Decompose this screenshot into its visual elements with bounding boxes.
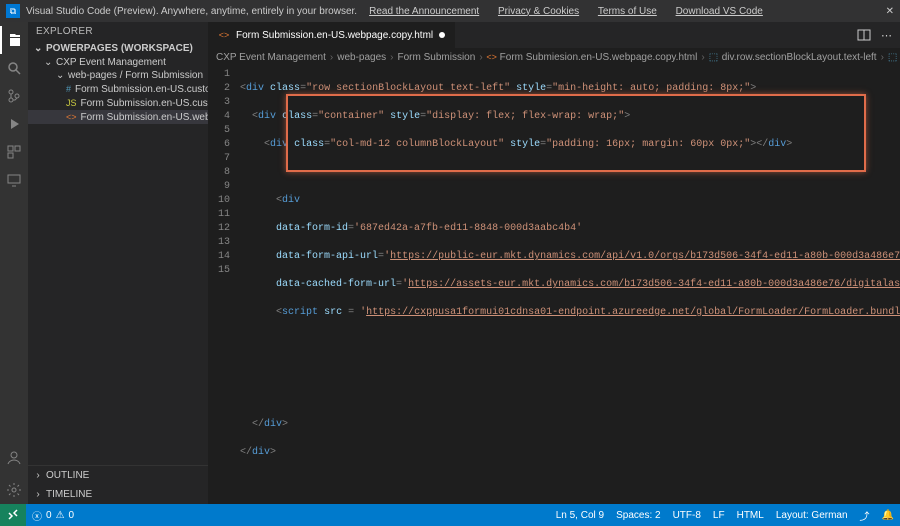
timeline-section[interactable]: › TIMELINE: [28, 485, 208, 504]
chevron-right-icon: ›: [34, 470, 42, 481]
status-problems[interactable]: ⓧ0 ⚠0: [32, 508, 74, 523]
error-icon: ⓧ: [32, 508, 42, 523]
tree-file-css[interactable]: # Form Submission.en-US.customcss.css: [28, 82, 208, 96]
close-icon[interactable]: ✕: [886, 6, 894, 17]
vscode-icon: ⧉: [6, 4, 20, 18]
chevron-down-icon: ⌄: [34, 43, 42, 54]
folder-label: CXP Event Management: [56, 57, 166, 68]
html-file-icon: <>: [218, 29, 230, 41]
file-label: Form Submission.en-US.customcss.css: [75, 84, 208, 95]
link-privacy[interactable]: Privacy & Cookies: [498, 6, 579, 17]
tree-file-js[interactable]: JS Form Submission.en-US.customjs.js: [28, 96, 208, 110]
folder-label: web-pages / Form Submission: [68, 70, 203, 81]
remote-indicator-icon[interactable]: [0, 504, 26, 526]
html-file-icon: <>: [66, 111, 77, 123]
tab-active[interactable]: <> Form Submission.en-US.webpage.copy.ht…: [208, 22, 456, 48]
tree-folder-webpages[interactable]: ⌄ web-pages / Form Submission: [28, 69, 208, 82]
notifications-icon[interactable]: 🔔: [882, 510, 894, 521]
chevron-down-icon: ⌄: [44, 57, 52, 68]
status-spaces[interactable]: Spaces: 2: [616, 510, 660, 521]
js-file-icon: JS: [66, 97, 77, 109]
line-gutter: 123456789101112131415: [208, 66, 236, 504]
tree-folder-root[interactable]: ⌄ CXP Event Management: [28, 56, 208, 69]
settings-gear-icon[interactable]: [0, 476, 28, 504]
link-announcement[interactable]: Read the Announcement: [369, 6, 479, 17]
html-file-icon: <>: [487, 52, 497, 62]
highlight-box: [286, 94, 866, 172]
tag-icon: ⬚: [709, 52, 719, 62]
feedback-icon[interactable]: ⤴: [860, 508, 870, 523]
split-editor-icon[interactable]: [857, 28, 871, 42]
title-text: Visual Studio Code (Preview). Anywhere, …: [26, 6, 357, 17]
tag-icon: ⬚: [888, 52, 898, 62]
more-actions-icon[interactable]: ⋯: [881, 29, 892, 42]
tree-file-html[interactable]: <> Form Submission.en-US.webpage.copy...: [28, 110, 208, 124]
file-tree: ⌄ CXP Event Management ⌄ web-pages / Form …: [28, 56, 208, 124]
css-file-icon: #: [66, 83, 71, 95]
code-editor[interactable]: 123456789101112131415 <div class="row se…: [208, 66, 900, 504]
crumb-tag2: ⬚div.container: [888, 52, 900, 63]
editor-tabs: <> Form Submission.en-US.webpage.copy.ht…: [208, 22, 900, 48]
crumb-folder: web-pages: [337, 52, 386, 63]
file-label: Form Submission.en-US.webpage.copy...: [81, 112, 208, 123]
remote-explorer-icon[interactable]: [0, 166, 28, 194]
warning-icon: ⚠: [56, 510, 65, 521]
status-bar: ⓧ0 ⚠0 Ln 5, Col 9 Spaces: 2 UTF-8 LF HTM…: [0, 504, 900, 526]
title-bar: ⧉ Visual Studio Code (Preview). Anywhere…: [0, 0, 900, 22]
crumb-folder2: Form Submission: [398, 52, 476, 63]
crumb-file: <>Form Submiesion.en-US.webpage.copy.htm…: [487, 52, 698, 63]
workspace-header[interactable]: ⌄ POWERPAGES (WORKSPACE): [28, 41, 208, 56]
code-area[interactable]: <div class="row sectionBlockLayout text-…: [236, 66, 900, 504]
source-control-icon[interactable]: [0, 82, 28, 110]
crumb-project: CXP Event Management: [216, 52, 326, 63]
link-download[interactable]: Download VS Code: [676, 6, 763, 17]
outline-section[interactable]: › OUTLINE: [28, 466, 208, 485]
outline-label: OUTLINE: [46, 470, 89, 481]
link-terms[interactable]: Terms of Use: [598, 6, 657, 17]
extensions-icon[interactable]: [0, 138, 28, 166]
account-icon[interactable]: [0, 444, 28, 472]
chevron-down-icon: ⌄: [56, 70, 64, 81]
status-eol[interactable]: LF: [713, 510, 725, 521]
title-links: Read the Announcement Privacy & Cookies …: [369, 6, 763, 17]
explorer-icon[interactable]: [0, 26, 28, 54]
breadcrumb[interactable]: CXP Event Management› web-pages› Form Su…: [208, 48, 900, 66]
sidebar: EXPLORER ⌄ POWERPAGES (WORKSPACE) ⌄ CXP Ev…: [28, 22, 208, 504]
workspace-label: POWERPAGES (WORKSPACE): [46, 43, 193, 54]
tab-actions: ⋯: [849, 22, 900, 48]
search-icon[interactable]: [0, 54, 28, 82]
file-label: Form Submission.en-US.customjs.js: [81, 98, 208, 109]
chevron-right-icon: ›: [34, 489, 42, 500]
status-encoding[interactable]: UTF-8: [673, 510, 701, 521]
status-cursor[interactable]: Ln 5, Col 9: [556, 510, 604, 521]
run-debug-icon[interactable]: [0, 110, 28, 138]
tab-label: Form Submission.en-US.webpage.copy.html: [236, 30, 433, 41]
crumb-tag1: ⬚div.row.sectionBlockLayout.text-left: [709, 52, 877, 63]
status-language[interactable]: HTML: [737, 510, 764, 521]
modified-dot-icon: [439, 32, 445, 38]
editor: <> Form Submission.en-US.webpage.copy.ht…: [208, 22, 900, 504]
timeline-label: TIMELINE: [46, 489, 92, 500]
status-layout[interactable]: Layout: German: [776, 510, 848, 521]
activity-bar: [0, 22, 28, 504]
sidebar-title: EXPLORER: [28, 22, 208, 41]
